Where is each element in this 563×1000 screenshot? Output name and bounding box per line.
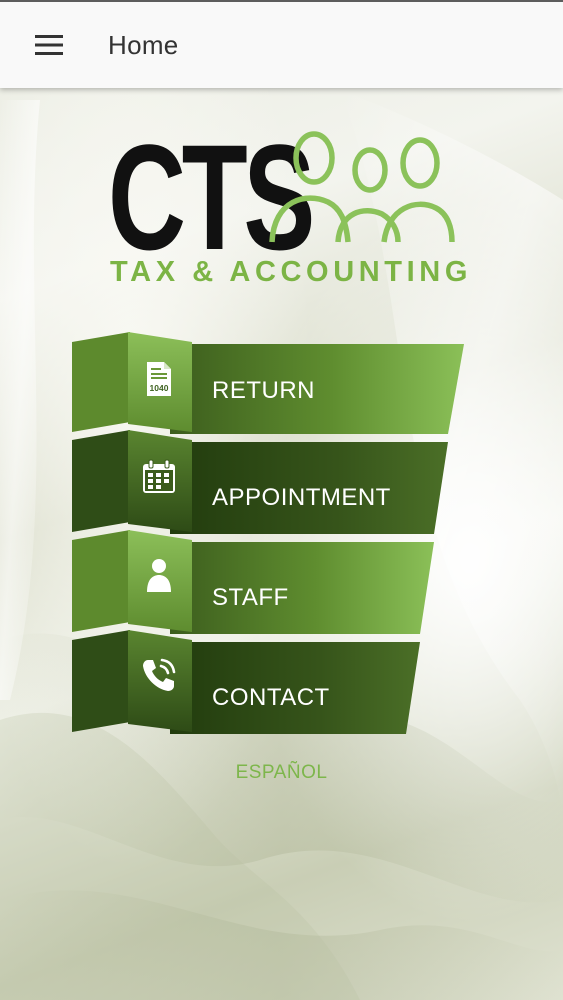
logo-tagline: TAX & ACCOUNTING (110, 256, 472, 288)
tax-form-label: 1040 (150, 383, 169, 393)
three-people-icon (269, 131, 455, 243)
hamburger-menu-button[interactable] (14, 15, 84, 75)
page-title: Home (108, 29, 179, 60)
menu-item-label: CONTACT (212, 684, 330, 711)
espanol-link[interactable]: ESPAÑOL (230, 758, 334, 787)
menu-item-contact[interactable]: CONTACT (70, 628, 470, 734)
language-toggle-container: ESPAÑOL (0, 762, 563, 784)
menu-item-staff[interactable]: STAFF (70, 528, 470, 634)
menu-item-label: RETURN (212, 377, 315, 404)
phone-icon (138, 654, 180, 696)
menu-item-appointment[interactable]: APPOINTMENT (70, 428, 470, 534)
app-bar: Home (0, 0, 563, 88)
hamburger-menu-icon (35, 35, 63, 55)
person-icon (138, 554, 180, 596)
menu-item-label: APPOINTMENT (212, 484, 391, 511)
main-menu: 1040 RETURN APPOINTMENT STAFF CONTACT (70, 328, 470, 748)
calendar-icon (138, 456, 180, 498)
menu-item-label: STAFF (212, 584, 289, 611)
menu-item-return[interactable]: 1040 RETURN (70, 328, 470, 434)
tax-form-1040-icon: 1040 (138, 358, 180, 400)
company-logo: CTS TAX & ACCOUNTING (108, 122, 467, 290)
